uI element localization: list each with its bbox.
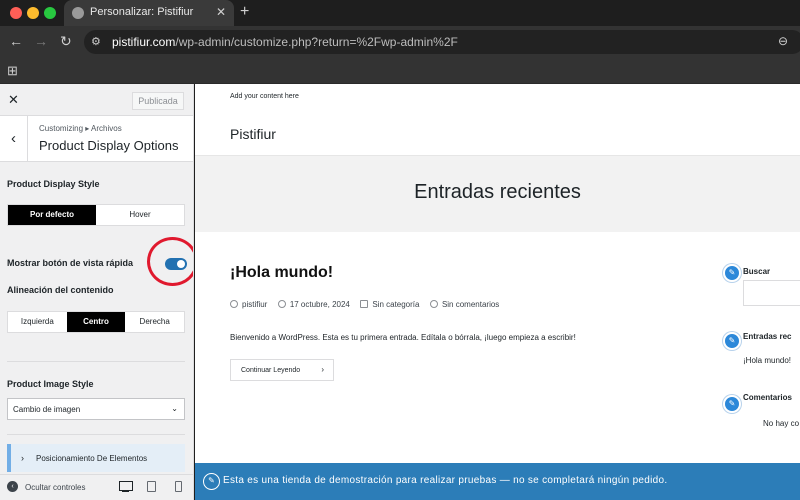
browser-tab-bar: Personalizar: Pistifiur ✕ + bbox=[0, 0, 800, 26]
tablet-preview-icon[interactable] bbox=[147, 481, 156, 492]
window-minimize-button[interactable] bbox=[27, 7, 39, 19]
close-icon[interactable]: ✕ bbox=[216, 5, 226, 19]
browser-tab[interactable]: Personalizar: Pistifiur ✕ bbox=[64, 0, 234, 26]
post-category[interactable]: Sin categoría bbox=[372, 300, 419, 309]
collapse-icon[interactable]: ‹ bbox=[7, 481, 18, 492]
comments-widget-title: Comentarios bbox=[743, 393, 792, 402]
chevron-down-icon: ⌄ bbox=[171, 404, 178, 413]
chevron-right-icon: › bbox=[321, 365, 324, 374]
edit-pencil-icon[interactable]: ✎ bbox=[203, 473, 220, 490]
comments-empty-text: No hay co bbox=[763, 419, 800, 428]
panel-title: Product Display Options bbox=[39, 138, 179, 153]
display-style-label: Product Display Style bbox=[7, 179, 100, 189]
display-style-control: Por defecto Hover bbox=[7, 204, 185, 226]
alignment-label: Alineación del contenido bbox=[7, 285, 114, 295]
read-more-label: Continuar Leyendo bbox=[241, 367, 301, 374]
demo-store-banner: ✎ Esta es una tienda de demostración par… bbox=[195, 463, 800, 500]
site-settings-icon[interactable]: ⚙ bbox=[91, 35, 101, 48]
image-style-value: Cambio de imagen bbox=[13, 405, 81, 414]
mobile-preview-icon[interactable] bbox=[175, 481, 182, 492]
divider bbox=[7, 361, 185, 362]
bookmarks-bar: ⊞ bbox=[0, 58, 800, 84]
customizer-sidebar: ✕ Publicada ‹ Customizing ▸ Archivos Pro… bbox=[0, 84, 194, 500]
highlight-circle bbox=[147, 237, 193, 286]
user-icon bbox=[230, 300, 238, 308]
publish-button[interactable]: Publicada bbox=[132, 92, 184, 110]
customizer-header: ✕ Publicada bbox=[0, 84, 193, 116]
globe-icon bbox=[72, 7, 84, 19]
align-right-button[interactable]: Derecha bbox=[125, 312, 184, 332]
recent-posts-widget-title: Entradas rec bbox=[743, 332, 792, 341]
site-title[interactable]: Pistifiur bbox=[230, 126, 276, 142]
url-text: pistifiur.com/wp-admin/customize.php?ret… bbox=[112, 35, 458, 49]
url-path: /wp-admin/customize.php?return=%2Fwp-adm… bbox=[175, 35, 458, 49]
window-maximize-button[interactable] bbox=[44, 7, 56, 19]
section-label: Posicionamiento De Elementos bbox=[36, 454, 148, 463]
search-input[interactable] bbox=[743, 280, 800, 306]
hide-controls-button[interactable]: Ocultar controles bbox=[25, 483, 85, 492]
close-icon[interactable]: ✕ bbox=[8, 92, 19, 108]
display-style-default-button[interactable]: Por defecto bbox=[8, 205, 96, 225]
desktop-preview-icon[interactable] bbox=[119, 481, 133, 492]
zoom-icon[interactable]: ⊖ bbox=[778, 34, 788, 48]
clock-icon bbox=[277, 300, 286, 308]
site-preview: Add your content here Pistifiur Entradas… bbox=[195, 84, 800, 500]
folder-icon bbox=[360, 300, 369, 308]
align-center-button[interactable]: Centro bbox=[66, 312, 126, 332]
page-hero: Entradas recientes bbox=[195, 156, 800, 232]
image-style-select[interactable]: Cambio de imagen ⌄ bbox=[7, 398, 185, 420]
apps-grid-icon[interactable]: ⊞ bbox=[7, 63, 18, 79]
back-arrow-icon[interactable]: ← bbox=[9, 33, 23, 49]
customizer-footer: ‹ Ocultar controles bbox=[0, 474, 193, 500]
edit-pencil-icon[interactable]: ✎ bbox=[723, 264, 741, 282]
post-meta: pistifiur 17 octubre, 2024 Sin categoría… bbox=[230, 300, 499, 309]
forward-arrow-icon[interactable]: → bbox=[34, 33, 48, 49]
divider bbox=[7, 434, 185, 435]
comment-icon bbox=[429, 300, 438, 308]
window-close-button[interactable] bbox=[10, 7, 22, 19]
address-bar[interactable]: ⚙ pistifiur.com/wp-admin/customize.php?r… bbox=[84, 30, 800, 54]
chevron-left-icon[interactable]: ‹ bbox=[0, 116, 28, 162]
post-excerpt: Bienvenido a WordPress. Esta es tu prime… bbox=[230, 333, 576, 342]
edit-pencil-icon[interactable]: ✎ bbox=[723, 395, 741, 413]
chevron-right-icon: › bbox=[21, 453, 24, 463]
image-style-label: Product Image Style bbox=[7, 379, 94, 389]
plus-icon[interactable]: + bbox=[240, 3, 249, 21]
edit-pencil-icon[interactable]: ✎ bbox=[723, 332, 741, 350]
read-more-button[interactable]: Continuar Leyendo › bbox=[230, 359, 334, 381]
align-left-button[interactable]: Izquierda bbox=[8, 312, 67, 332]
breadcrumb: Customizing ▸ Archivos bbox=[39, 124, 122, 133]
browser-toolbar: ← → ↻ ⚙ pistifiur.com/wp-admin/customize… bbox=[0, 26, 800, 58]
post-title[interactable]: ¡Hola mundo! bbox=[230, 264, 333, 282]
alignment-control: Izquierda Centro Derecha bbox=[7, 311, 185, 333]
quick-view-label: Mostrar botón de vista rápida bbox=[7, 258, 134, 268]
display-style-hover-button[interactable]: Hover bbox=[96, 205, 184, 225]
element-positioning-section[interactable]: › Posicionamiento De Elementos bbox=[7, 444, 185, 472]
search-widget-title: Buscar bbox=[743, 267, 771, 276]
post-comments[interactable]: Sin comentarios bbox=[442, 300, 499, 309]
header-top-note: Add your content here bbox=[230, 93, 299, 100]
reload-icon[interactable]: ↻ bbox=[60, 33, 72, 50]
recent-post-link[interactable]: ¡Hola mundo! bbox=[743, 356, 791, 365]
post-date[interactable]: 17 octubre, 2024 bbox=[290, 300, 350, 309]
panel-title-block: ‹ Customizing ▸ Archivos Product Display… bbox=[0, 116, 193, 162]
demo-store-notice: Esta es una tienda de demostración para … bbox=[223, 475, 668, 486]
post-author[interactable]: pistifiur bbox=[242, 300, 267, 309]
tab-title: Personalizar: Pistifiur bbox=[90, 6, 194, 18]
url-host: pistifiur.com bbox=[112, 35, 176, 49]
page-title: Entradas recientes bbox=[414, 181, 581, 203]
